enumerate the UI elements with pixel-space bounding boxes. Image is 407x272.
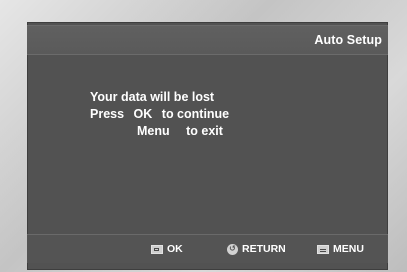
menu-icon bbox=[317, 244, 329, 254]
page-title: Auto Setup bbox=[314, 33, 382, 47]
osd-screen: Auto Setup Your data will be lost Press … bbox=[27, 22, 388, 270]
continue-instruction: Press OK to continue bbox=[90, 107, 229, 121]
exit-text: to exit bbox=[186, 124, 223, 138]
title-bar: Auto Setup bbox=[27, 25, 388, 55]
exit-instruction: Menu to exit bbox=[90, 124, 223, 138]
menu-button-label: MENU bbox=[333, 243, 364, 255]
menu-button[interactable]: MENU bbox=[317, 243, 364, 255]
ok-button[interactable]: OK bbox=[151, 243, 183, 255]
ok-key-label: OK bbox=[133, 107, 153, 121]
ok-button-label: OK bbox=[167, 243, 183, 255]
return-button[interactable]: ↺ RETURN bbox=[227, 243, 286, 255]
return-icon: ↺ bbox=[227, 243, 238, 255]
return-button-label: RETURN bbox=[242, 243, 286, 255]
button-hint-bar: OK ↺ RETURN MENU bbox=[27, 234, 388, 263]
enter-icon bbox=[151, 244, 163, 254]
continue-text: to continue bbox=[161, 107, 230, 121]
press-text: Press bbox=[90, 107, 125, 121]
warning-text: Your data will be lost bbox=[90, 90, 215, 104]
menu-key-label: Menu bbox=[137, 124, 170, 138]
warning-message-line: Your data will be lost bbox=[90, 90, 214, 104]
